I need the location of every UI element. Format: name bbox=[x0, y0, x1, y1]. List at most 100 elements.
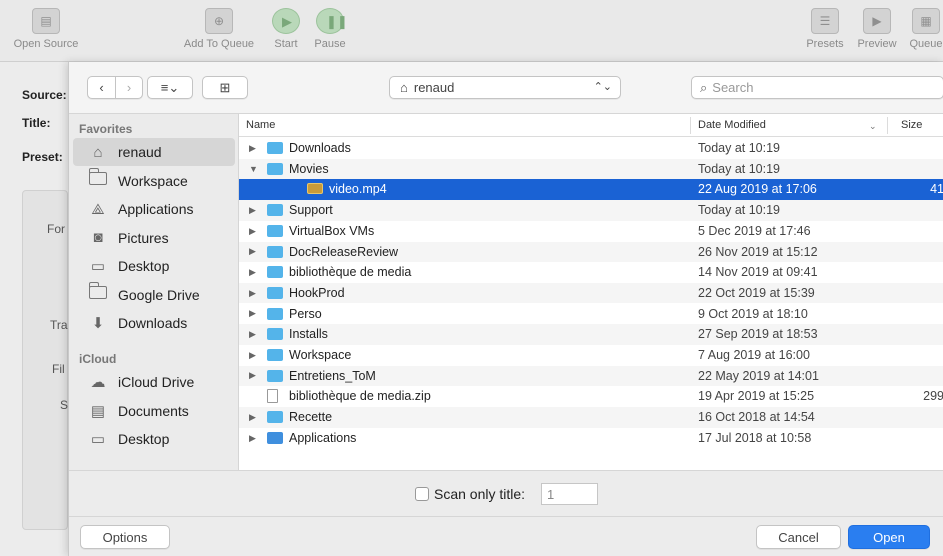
add-to-queue-button[interactable]: ⊕ Add To Queue bbox=[176, 8, 262, 50]
presets-icon: ☰ bbox=[811, 8, 839, 34]
file-date: 14 Nov 2019 at 09:41 bbox=[698, 265, 818, 280]
folder-icon bbox=[267, 286, 283, 299]
video-file-icon bbox=[307, 183, 323, 195]
file-name: bibliothèque de media bbox=[289, 265, 412, 280]
file-row[interactable]: ▶ Recette 16 Oct 2018 at 14:54 bbox=[239, 407, 943, 428]
file-row[interactable]: bibliothèque de media.zip 19 Apr 2019 at … bbox=[239, 386, 943, 407]
scan-only-title-checkbox[interactable] bbox=[415, 487, 429, 501]
sidebar-item-pictures[interactable]: ◙ Pictures bbox=[73, 224, 235, 252]
sidebar-item-renaud[interactable]: ⌂ renaud bbox=[73, 138, 235, 166]
file-name: VirtualBox VMs bbox=[289, 223, 375, 238]
filters-label-partial: Fil bbox=[52, 362, 65, 376]
file-row[interactable]: ▶ Installs 27 Sep 2019 at 18:53 bbox=[239, 324, 943, 345]
file-row[interactable]: ▶ Support Today at 10:19 bbox=[239, 200, 943, 221]
folder-icon bbox=[267, 204, 283, 217]
disclosure-expanded-icon[interactable]: ▼ bbox=[249, 164, 258, 174]
source-label: Source: bbox=[22, 88, 67, 102]
disclosure-collapsed-icon[interactable]: ▶ bbox=[249, 350, 256, 361]
location-popup[interactable]: ⌂ renaud ⌃⌄ bbox=[389, 76, 621, 99]
column-date-modified[interactable]: Date Modified bbox=[698, 119, 766, 131]
folder-icon bbox=[267, 328, 283, 341]
sidebar-item-icloud-drive[interactable]: ☁ iCloud Drive bbox=[73, 368, 235, 396]
format-label-partial: For bbox=[47, 222, 65, 236]
disclosure-collapsed-icon[interactable]: ▶ bbox=[249, 412, 256, 423]
column-size[interactable]: Size bbox=[901, 119, 922, 131]
disclosure-collapsed-icon[interactable]: ▶ bbox=[249, 308, 256, 319]
file-name: Workspace bbox=[289, 348, 352, 362]
title-label: Title: bbox=[22, 116, 51, 130]
sidebar-item-downloads[interactable]: ⬇ Downloads bbox=[73, 309, 235, 337]
back-button[interactable]: ‹ bbox=[88, 77, 115, 98]
sidebar-item-label: Pictures bbox=[118, 229, 169, 246]
size-label-partial: S bbox=[60, 398, 69, 412]
file-row[interactable]: video.mp4 22 Aug 2019 at 17:06 41 bbox=[239, 179, 943, 200]
disclosure-collapsed-icon[interactable]: ▶ bbox=[249, 226, 256, 237]
presets-button[interactable]: ☰ Presets bbox=[800, 8, 850, 50]
file-name: HookProd bbox=[289, 285, 345, 300]
file-row[interactable]: ▶ Applications 17 Jul 2018 at 10:58 bbox=[239, 428, 943, 449]
queue-icon: ▦ bbox=[912, 8, 940, 34]
folder-icon bbox=[267, 266, 283, 279]
preset-label: Preset: bbox=[22, 150, 63, 164]
search-placeholder: Search bbox=[712, 80, 754, 95]
sidebar-item-google-drive[interactable]: Google Drive bbox=[73, 281, 235, 309]
new-folder-button[interactable]: ⊞ bbox=[202, 76, 248, 99]
file-row[interactable]: ▶ Workspace 7 Aug 2019 at 16:00 bbox=[239, 345, 943, 366]
column-separator bbox=[887, 117, 888, 134]
disclosure-collapsed-icon[interactable]: ▶ bbox=[249, 143, 256, 154]
sidebar-item-label: iCloud Drive bbox=[118, 374, 195, 390]
sidebar-item-label: renaud bbox=[118, 144, 162, 160]
scan-title-number-field[interactable] bbox=[541, 483, 598, 505]
disclosure-collapsed-icon[interactable]: ▶ bbox=[249, 288, 256, 299]
disclosure-collapsed-icon[interactable]: ▶ bbox=[249, 205, 256, 216]
file-row[interactable]: ▼ Movies Today at 10:19 bbox=[239, 158, 943, 180]
sidebar-item-desktop[interactable]: ▭ Desktop bbox=[73, 252, 235, 280]
file-name: Downloads bbox=[289, 141, 351, 155]
file-row[interactable]: ▶ bibliothèque de media 14 Nov 2019 at 09:… bbox=[239, 262, 943, 283]
sidebar-item-applications[interactable]: ⟁ Applications bbox=[73, 195, 235, 223]
new-folder-icon: ⊞ bbox=[219, 79, 231, 95]
file-row[interactable]: ▶ DocReleaseReview 26 Nov 2019 at 15:12 bbox=[239, 241, 943, 262]
column-name[interactable]: Name bbox=[246, 119, 275, 131]
tracks-label-partial: Tra bbox=[50, 318, 68, 332]
sidebar-item-label: Desktop bbox=[118, 258, 170, 274]
file-name: DocReleaseReview bbox=[289, 244, 399, 259]
search-icon: ⌕ bbox=[700, 79, 708, 95]
folder-icon bbox=[87, 168, 109, 189]
file-name: Support bbox=[289, 203, 333, 218]
start-button[interactable]: ▶ Start bbox=[268, 8, 304, 50]
view-mode-button[interactable]: ≡⌄ bbox=[147, 76, 193, 99]
preview-button[interactable]: ▶ Preview bbox=[853, 8, 901, 50]
sidebar-section-header: Favorites bbox=[79, 122, 133, 136]
disclosure-collapsed-icon[interactable]: ▶ bbox=[249, 267, 256, 278]
file-size: 41 bbox=[930, 182, 943, 197]
location-label: renaud bbox=[413, 80, 455, 95]
sidebar: Favorites ⌂ renaud Workspace ⟁ Applications ◙ P… bbox=[69, 114, 239, 470]
disclosure-collapsed-icon[interactable]: ▶ bbox=[249, 329, 256, 340]
disclosure-collapsed-icon[interactable]: ▶ bbox=[249, 370, 256, 381]
file-row[interactable]: ▶ Perso 9 Oct 2019 at 18:10 bbox=[239, 304, 943, 325]
file-row[interactable]: ▶ HookProd 22 Oct 2019 at 15:39 bbox=[239, 282, 943, 304]
disclosure-collapsed-icon[interactable]: ▶ bbox=[249, 246, 256, 257]
file-name: Applications bbox=[289, 430, 357, 445]
settings-panel bbox=[22, 190, 68, 530]
sidebar-section-header: iCloud bbox=[79, 352, 117, 366]
sidebar-item-desktop[interactable]: ▭ Desktop bbox=[73, 425, 235, 453]
open-button[interactable]: Open bbox=[848, 525, 930, 549]
file-row[interactable]: ▶ Downloads Today at 10:19 bbox=[239, 138, 943, 159]
sidebar-item-documents[interactable]: ▤ Documents bbox=[73, 397, 235, 425]
file-row[interactable]: ▶ Entretiens_ToM 22 May 2019 at 14:01 bbox=[239, 365, 943, 387]
options-button[interactable]: Options bbox=[80, 525, 170, 549]
folder-icon bbox=[267, 307, 283, 320]
sidebar-item-label: Documents bbox=[118, 402, 189, 419]
pause-button[interactable]: ❚❚ Pause bbox=[310, 8, 350, 50]
open-source-button[interactable]: ▤ Open Source bbox=[6, 8, 86, 50]
queue-button[interactable]: ▦ Queue bbox=[904, 8, 943, 50]
search-field[interactable]: ⌕ Search bbox=[691, 76, 943, 99]
cancel-button[interactable]: Cancel bbox=[756, 525, 841, 549]
disclosure-collapsed-icon[interactable]: ▶ bbox=[249, 433, 256, 444]
file-row[interactable]: ▶ VirtualBox VMs 5 Dec 2019 at 17:46 bbox=[239, 221, 943, 242]
add-to-queue-label: Add To Queue bbox=[183, 38, 255, 50]
sidebar-item-workspace[interactable]: Workspace bbox=[73, 167, 235, 195]
forward-button[interactable]: › bbox=[114, 77, 142, 98]
